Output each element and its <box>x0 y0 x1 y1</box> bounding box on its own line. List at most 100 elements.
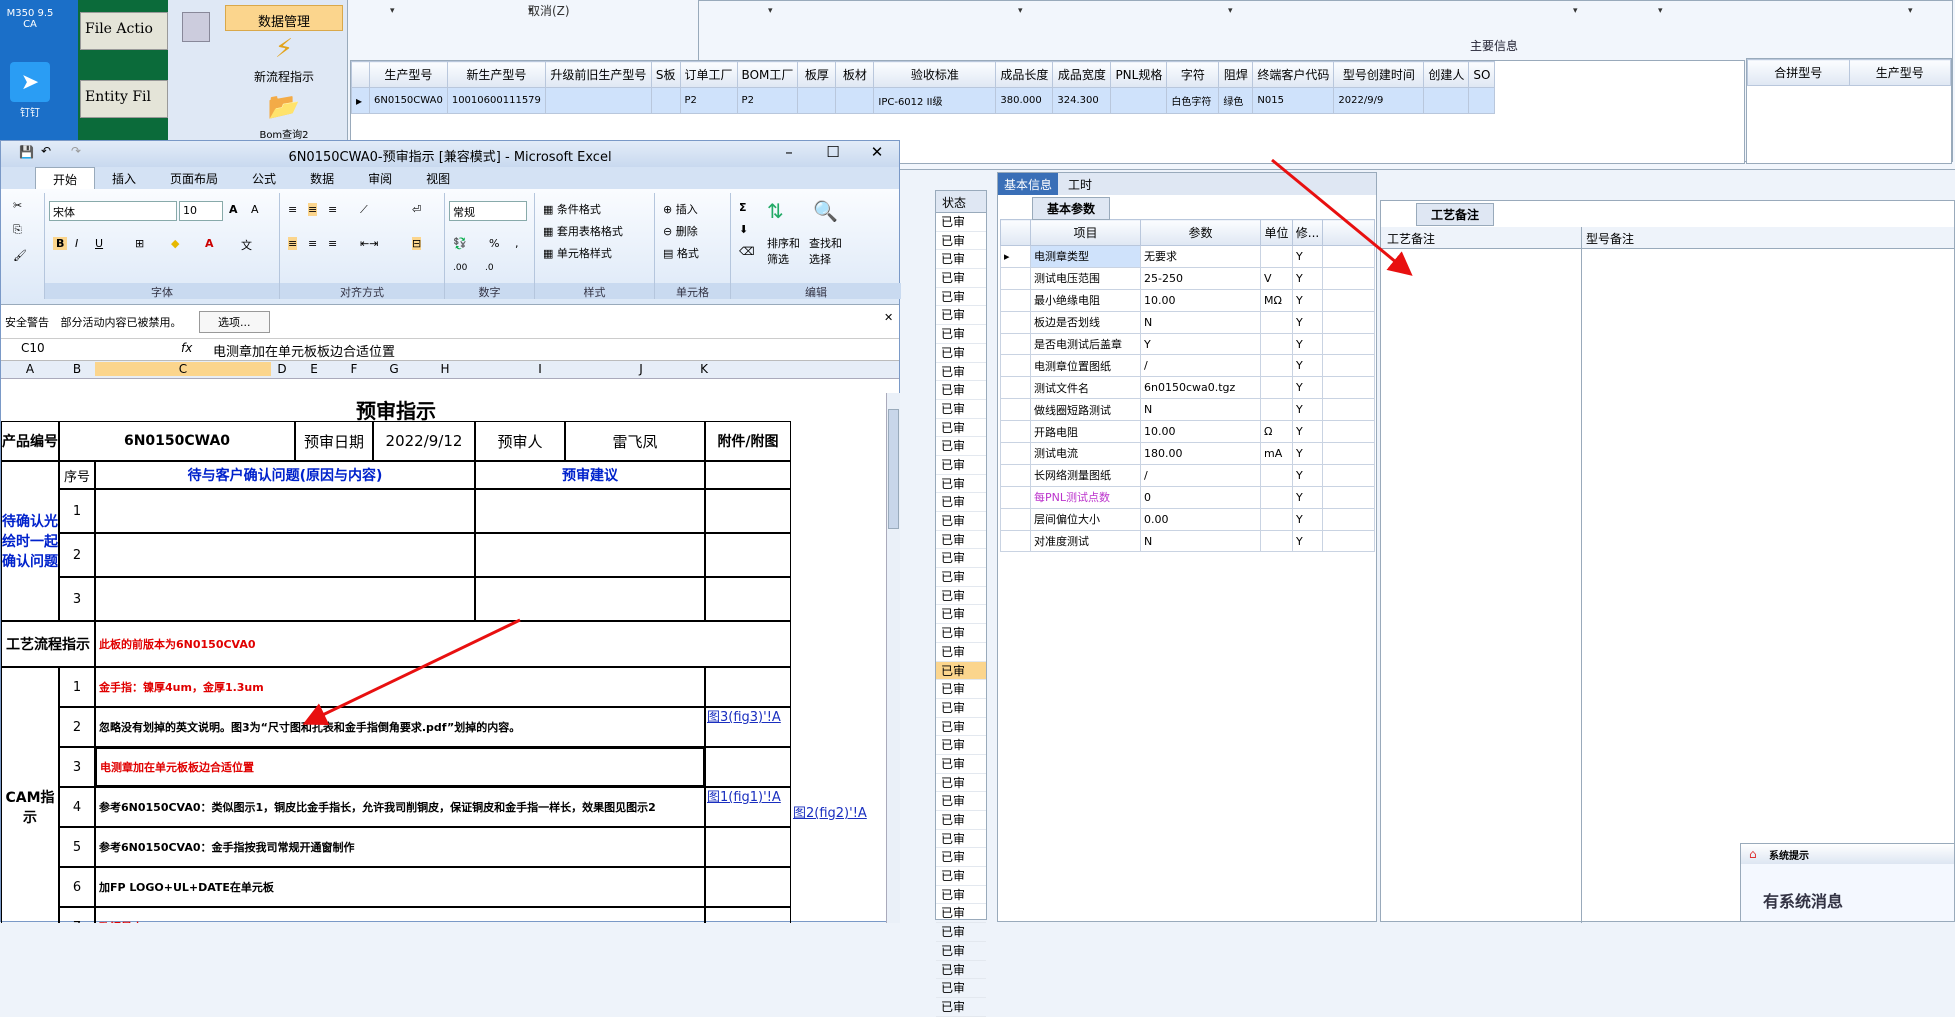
menu-file[interactable]: File Actio <box>80 12 168 50</box>
status-item[interactable]: 已审 <box>936 942 986 961</box>
attach-cell[interactable] <box>705 827 791 867</box>
param-row[interactable]: 是否电测试后盖章 Y Y <box>1000 332 1375 356</box>
copy-icon[interactable]: ⎘ <box>13 223 22 237</box>
main-col-header[interactable]: 成品长度 <box>995 61 1054 88</box>
main-cell[interactable]: 白色字符 <box>1166 87 1220 114</box>
status-item[interactable]: 已审 <box>936 755 986 774</box>
cam-item[interactable]: 金手指：镍厚4um，金厚1.3um <box>95 667 705 707</box>
status-item[interactable]: 已审 <box>936 998 986 1017</box>
decrease-decimal-icon[interactable]: .0 <box>485 263 494 273</box>
column-header[interactable]: F <box>335 362 373 376</box>
param-cell[interactable]: 0 <box>1140 485 1261 509</box>
status-item[interactable]: 已审 <box>936 661 986 681</box>
figure-link[interactable]: 图1(fig1)'!A <box>707 791 793 805</box>
font-color-icon[interactable]: A <box>205 237 214 250</box>
align-top-icon[interactable]: ≡ <box>288 203 297 216</box>
main-cell[interactable]: 380.000 <box>995 87 1054 114</box>
seq-cell[interactable]: 3 <box>59 577 95 621</box>
main-col-header[interactable]: 订单工厂 <box>679 61 738 88</box>
clear-icon[interactable]: ⌫ <box>739 245 755 258</box>
col-mod[interactable]: 修... <box>1292 219 1323 246</box>
param-row[interactable]: 开路电阻 10.00 Ω Y <box>1000 420 1375 444</box>
figure-link[interactable]: 图3(fig3)'!A <box>707 711 793 725</box>
main-cell[interactable] <box>544 87 652 114</box>
main-cell[interactable]: 10010600111579 <box>446 87 546 114</box>
sort-filter-button[interactable]: 排序和 筛选 <box>767 235 800 267</box>
param-cell[interactable]: Y <box>1292 507 1323 531</box>
blank-cell[interactable] <box>705 489 791 533</box>
process-label[interactable]: 工艺流程指示 <box>1 621 95 667</box>
cut-icon[interactable]: ✂ <box>13 199 22 212</box>
param-cell[interactable] <box>1260 398 1293 422</box>
font-size-select[interactable]: 10 <box>179 201 223 221</box>
tab-view[interactable]: 视图 <box>409 167 467 189</box>
find-select-icon[interactable]: 🔍 <box>813 199 838 223</box>
param-cell[interactable]: N <box>1140 398 1261 422</box>
reviewer-label[interactable]: 预审人 <box>475 421 565 461</box>
cam-item[interactable]: 参考6N0150CVA0：类似图示1，铜皮比金手指长，允许我司削铜皮，保证铜皮和… <box>95 787 705 827</box>
main-cell[interactable]: P2 <box>736 87 799 114</box>
param-cell[interactable] <box>1260 485 1293 509</box>
status-item[interactable]: 已审 <box>936 493 986 512</box>
date-value[interactable]: 2022/9/12 <box>373 421 475 461</box>
status-item[interactable]: 已审 <box>936 699 986 718</box>
column-header[interactable]: D <box>271 362 293 376</box>
seq-cell[interactable]: 7 <box>59 907 95 923</box>
param-cell[interactable]: 每PNL测试点数 <box>1030 485 1141 509</box>
status-item[interactable]: 已审 <box>936 867 986 886</box>
status-item[interactable]: 已审 <box>936 437 986 456</box>
issue-cell[interactable] <box>95 533 475 577</box>
align-center-icon[interactable]: ≡ <box>308 237 317 250</box>
confirm-label[interactable]: 待确认光绘时一起确认问题 <box>1 461 59 621</box>
param-cell[interactable]: Y <box>1292 266 1323 290</box>
format-painter-icon[interactable]: 🖌 <box>13 249 27 262</box>
status-item[interactable]: 已审 <box>936 269 986 288</box>
table-format-button[interactable]: ▦ 套用表格格式 <box>543 223 623 239</box>
param-cell[interactable]: 最小绝缘电阻 <box>1030 288 1141 312</box>
font-name-select[interactable]: 宋体 <box>49 201 177 221</box>
param-cell[interactable]: 10.00 <box>1140 420 1261 444</box>
seq-cell[interactable]: 1 <box>59 489 95 533</box>
status-item[interactable]: 已审 <box>936 325 986 344</box>
main-col-header[interactable]: SO <box>1468 61 1496 88</box>
nav-item-bom-query[interactable]: 📂 Bom查询2 <box>225 92 343 141</box>
param-row[interactable]: 测试电流 180.00 mA Y <box>1000 442 1375 465</box>
maximize-button[interactable]: ☐ <box>813 143 853 161</box>
cam-item[interactable]: 孔铜最小20um <box>95 907 705 923</box>
status-item[interactable]: 已审 <box>936 250 986 270</box>
param-cell[interactable]: Y <box>1292 485 1323 509</box>
param-cell[interactable]: 做线圈短路测试 <box>1030 398 1141 422</box>
param-cell[interactable]: Y <box>1292 332 1323 356</box>
tab-data[interactable]: 数据 <box>293 167 351 189</box>
craft-note-header[interactable]: 工艺备注 <box>1387 230 1435 247</box>
tab-basic-info[interactable]: 基本信息 <box>998 173 1059 195</box>
param-cell[interactable]: Y <box>1140 332 1261 356</box>
subtab-basic-params[interactable]: 基本参数 <box>1032 197 1111 220</box>
param-cell[interactable]: Y <box>1292 442 1323 465</box>
param-cell[interactable]: Y <box>1292 529 1323 553</box>
main-col-header[interactable]: 新生产型号 <box>446 61 546 88</box>
cam-label[interactable]: CAM指示 <box>1 667 59 923</box>
cam-item[interactable]: 参考6N0150CVA0：金手指按我司常规开通窗制作 <box>95 827 705 867</box>
italic-icon[interactable]: I <box>75 237 78 250</box>
main-col-header[interactable]: S板 <box>650 61 681 88</box>
status-item[interactable]: 已审 <box>936 830 986 849</box>
blank-cell[interactable] <box>705 533 791 577</box>
status-item[interactable]: 已审 <box>936 792 986 811</box>
advice-cell[interactable] <box>475 489 705 533</box>
param-cell[interactable] <box>1260 507 1293 531</box>
main-col-header[interactable]: BOM工厂 <box>736 61 799 88</box>
main-cell[interactable] <box>835 87 875 114</box>
status-item[interactable]: 已审 <box>936 680 986 699</box>
column-header[interactable]: C <box>95 362 271 376</box>
cam-item[interactable]: 忽略没有划掉的英文说明。图3为“尺寸图和孔表和金手指倒角要求.pdf”划掉的内容… <box>95 707 705 747</box>
param-cell[interactable] <box>1260 310 1293 334</box>
param-cell[interactable]: 测试电流 <box>1030 442 1141 465</box>
status-item[interactable]: 已审 <box>936 549 986 569</box>
merge-center-icon[interactable]: ⊟ <box>412 237 422 250</box>
main-cell[interactable]: 6N0150CWA0 <box>369 87 448 114</box>
entity-file-tab[interactable]: Entity Fil <box>80 80 168 118</box>
desktop-icon-cam350[interactable]: M350 9.5 CA <box>0 8 60 30</box>
param-cell[interactable]: 对准度测试 <box>1030 529 1141 553</box>
options-button[interactable]: 选项... <box>199 311 270 333</box>
